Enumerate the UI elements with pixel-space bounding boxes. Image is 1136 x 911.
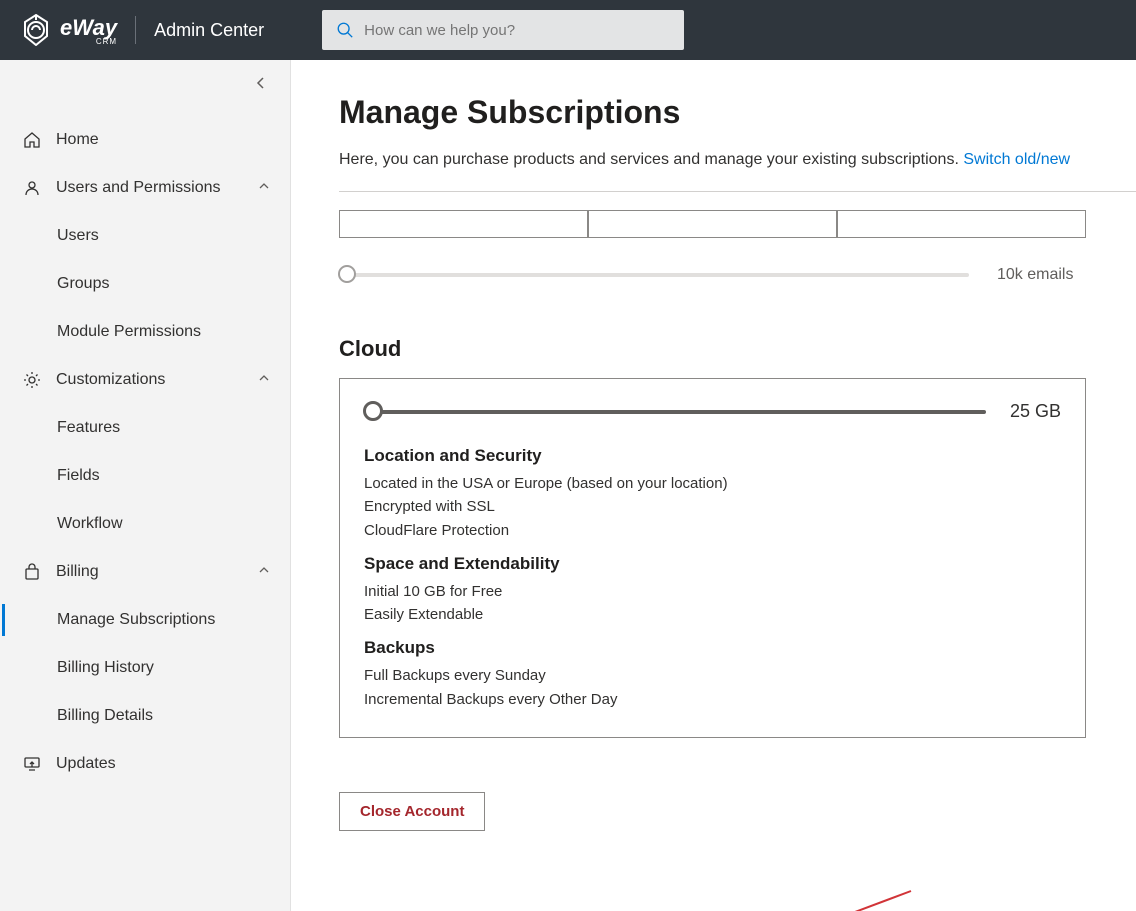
nav-label: Fields xyxy=(57,467,100,485)
location-security-line: Located in the USA or Europe (based on y… xyxy=(364,472,1061,495)
annotation-arrow-icon xyxy=(821,883,921,911)
space-extend-line: Easily Extendable xyxy=(364,603,1061,626)
nav-label: Updates xyxy=(56,755,116,773)
nav-label: Customizations xyxy=(56,371,165,389)
eway-logo-icon xyxy=(20,14,52,46)
switch-old-new-link[interactable]: Switch old/new xyxy=(963,151,1070,168)
plan-segment-2[interactable] xyxy=(588,210,837,238)
monitor-upload-icon xyxy=(22,754,42,774)
app-header: eWay CRM Admin Center xyxy=(0,0,1136,60)
brand-text: Way xyxy=(72,15,117,40)
page-subtitle: Here, you can purchase products and serv… xyxy=(339,151,1136,169)
cloud-card: 25 GB Location and Security Located in t… xyxy=(339,378,1086,738)
page-title: Manage Subscriptions xyxy=(339,94,1136,131)
nav-label: Features xyxy=(57,419,120,437)
nav-label: Home xyxy=(56,131,99,149)
nav-label: Workflow xyxy=(57,515,123,533)
search-input[interactable] xyxy=(364,22,664,39)
nav-label: Users xyxy=(57,227,99,245)
nav-customizations[interactable]: Customizations xyxy=(0,356,290,404)
backups-heading: Backups xyxy=(364,638,1061,658)
nav-label: Billing History xyxy=(57,659,154,677)
chevron-up-icon xyxy=(258,179,270,197)
close-account-button[interactable]: Close Account xyxy=(339,792,485,831)
nav-module-permissions[interactable]: Module Permissions xyxy=(0,308,290,356)
nav-manage-subscriptions[interactable]: Manage Subscriptions xyxy=(0,596,290,644)
nav-label: Billing Details xyxy=(57,707,153,725)
main-content: Manage Subscriptions Here, you can purch… xyxy=(291,60,1136,911)
location-security-line: CloudFlare Protection xyxy=(364,519,1061,542)
divider xyxy=(339,191,1136,192)
nav-fields[interactable]: Fields xyxy=(0,452,290,500)
brand-logo: eWay CRM xyxy=(20,14,117,46)
nav-home[interactable]: Home xyxy=(0,116,290,164)
nav-label: Module Permissions xyxy=(57,323,201,341)
nav-workflow[interactable]: Workflow xyxy=(0,500,290,548)
location-security-heading: Location and Security xyxy=(364,446,1061,466)
plan-segment-1[interactable] xyxy=(339,210,588,238)
plan-segments xyxy=(339,210,1136,238)
location-security-line: Encrypted with SSL xyxy=(364,495,1061,518)
nav-users[interactable]: Users xyxy=(0,212,290,260)
chevron-up-icon xyxy=(258,563,270,581)
email-slider[interactable] xyxy=(339,273,969,277)
app-title: Admin Center xyxy=(154,20,264,41)
nav-groups[interactable]: Groups xyxy=(0,260,290,308)
backups-line: Incremental Backups every Other Day xyxy=(364,688,1061,711)
email-slider-row: 10k emails xyxy=(339,266,1136,284)
collapse-sidebar-button[interactable] xyxy=(254,76,268,95)
nav-users-permissions[interactable]: Users and Permissions xyxy=(0,164,290,212)
email-slider-label: 10k emails xyxy=(997,266,1073,284)
subtitle-text: Here, you can purchase products and serv… xyxy=(339,151,963,168)
person-icon xyxy=(22,178,42,198)
nav-label: Users and Permissions xyxy=(56,179,221,197)
cloud-slider-row: 25 GB xyxy=(364,401,1061,422)
nav-updates[interactable]: Updates xyxy=(0,740,290,788)
cloud-slider[interactable] xyxy=(364,410,986,414)
header-divider xyxy=(135,16,136,44)
nav-label: Billing xyxy=(56,563,99,581)
nav-features[interactable]: Features xyxy=(0,404,290,452)
gear-icon xyxy=(22,370,42,390)
slider-thumb[interactable] xyxy=(338,265,356,283)
chevron-up-icon xyxy=(258,371,270,389)
nav-label: Groups xyxy=(57,275,109,293)
plan-segment-3[interactable] xyxy=(837,210,1086,238)
nav-label: Manage Subscriptions xyxy=(57,611,215,629)
chevron-left-icon xyxy=(254,76,268,90)
search-icon xyxy=(336,21,354,39)
sidebar: Home Users and Permissions Users Groups … xyxy=(0,60,291,911)
home-icon xyxy=(22,130,42,150)
nav-billing-history[interactable]: Billing History xyxy=(0,644,290,692)
nav-billing[interactable]: Billing xyxy=(0,548,290,596)
search-box[interactable] xyxy=(322,10,684,50)
bag-icon xyxy=(22,562,42,582)
backups-line: Full Backups every Sunday xyxy=(364,664,1061,687)
slider-thumb[interactable] xyxy=(363,401,383,421)
space-extend-heading: Space and Extendability xyxy=(364,554,1061,574)
nav: Home Users and Permissions Users Groups … xyxy=(0,60,290,788)
cloud-slider-value: 25 GB xyxy=(1010,401,1061,422)
space-extend-line: Initial 10 GB for Free xyxy=(364,580,1061,603)
cloud-section-title: Cloud xyxy=(339,336,1136,362)
nav-billing-details[interactable]: Billing Details xyxy=(0,692,290,740)
